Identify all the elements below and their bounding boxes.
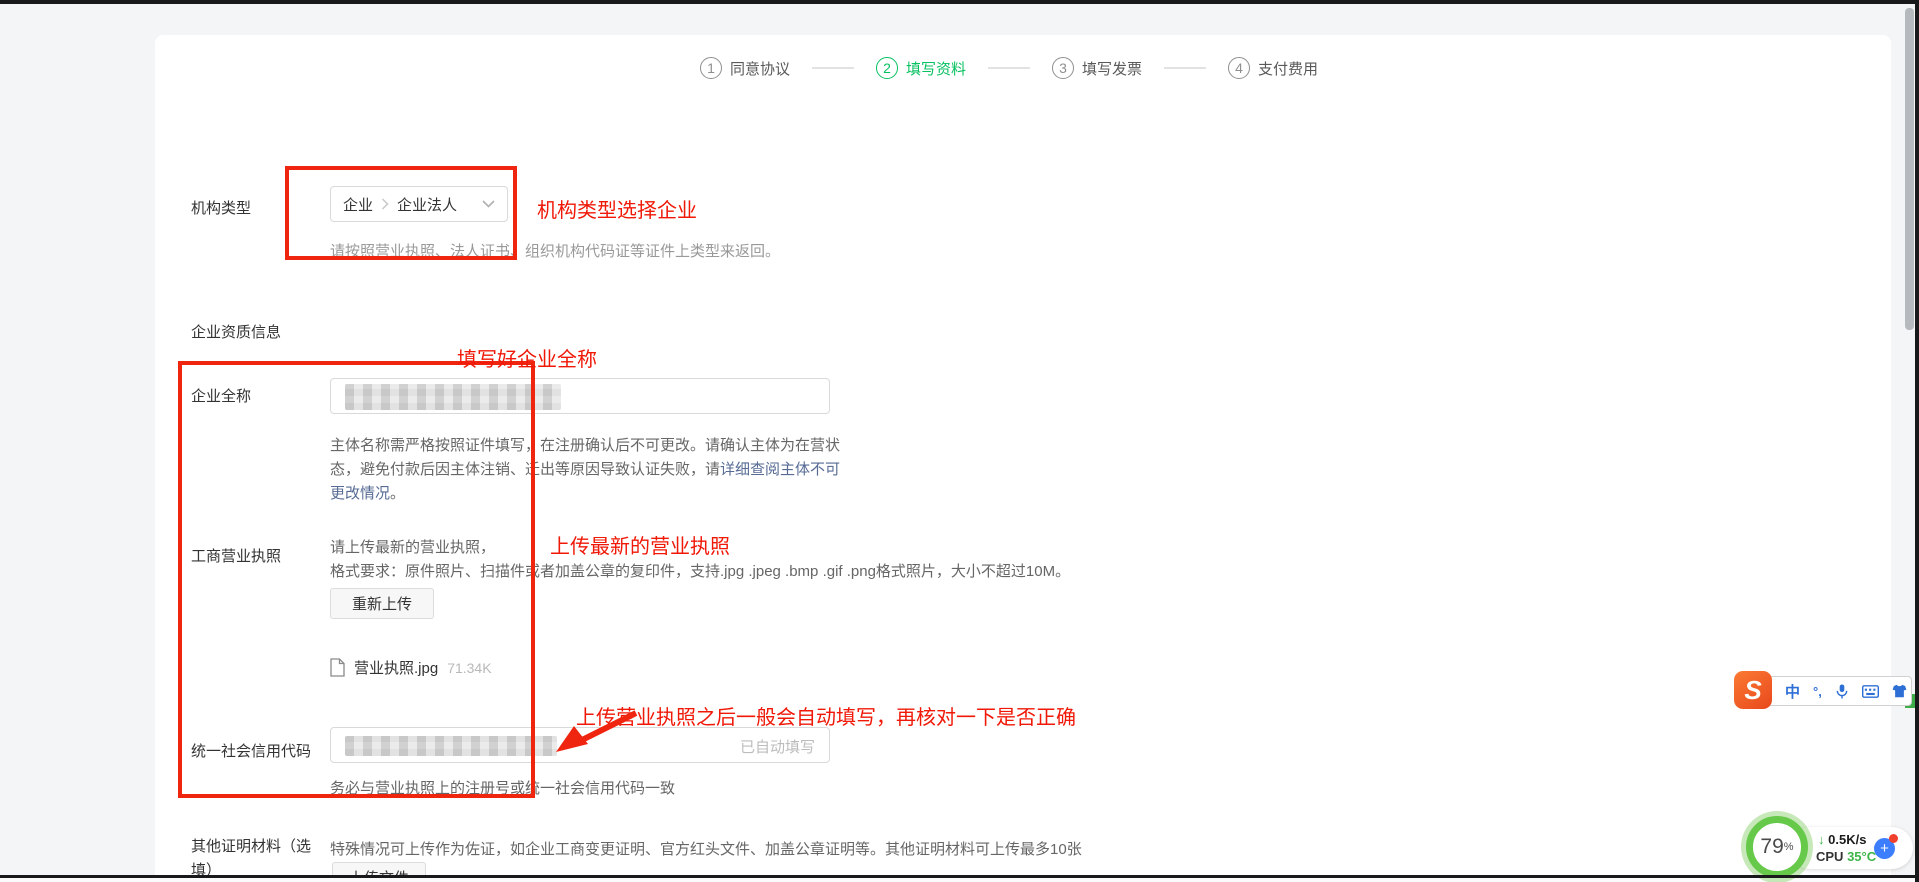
notification-dot [1889,834,1898,843]
memory-percent: 79 [1760,835,1783,859]
net-speed: ↓ 0.5K/s [1818,832,1866,847]
credit-code-label: 统一社会信用代码 [191,740,311,764]
reupload-button[interactable]: 重新上传 [330,588,434,619]
net-speed-value: 0.5K/s [1828,832,1866,847]
step-payment: 4 支付费用 [1228,57,1318,79]
stepper: 1 同意协议 2 填写资料 3 填写发票 4 支付费用 [700,53,1318,83]
org-type-hint: 请按照营业执照、法人证书、组织机构代码证等证件上类型来返回。 [330,240,780,261]
download-arrow-icon: ↓ [1818,832,1825,847]
skin-icon[interactable] [1892,684,1907,698]
company-name-description: 主体名称需严格按照证件填写，在注册确认后不可更改。请确认主体为在营状态，避免付款… [330,434,848,506]
file-name[interactable]: 营业执照.jpg [354,657,438,678]
screen: 1 同意协议 2 填写资料 3 填写发票 4 支付费用 机构类型 企业 企业法人… [0,0,1919,882]
step-number: 2 [876,57,898,79]
step-fill-info: 2 填写资料 [876,57,966,79]
autofilled-text: 已自动填写 [740,736,815,757]
step-agree: 1 同意协议 [700,57,790,79]
bottom-edge [0,875,1919,878]
chevron-down-icon [482,200,495,208]
sogou-logo-icon[interactable]: S [1734,671,1772,709]
scrollbar-thumb[interactable] [1905,8,1914,330]
cpu-temp: CPU 35°C [1816,849,1876,864]
license-label: 工商营业执照 [191,545,281,569]
step-label: 填写资料 [906,58,966,79]
company-name-input[interactable] [330,378,830,414]
other-materials-desc: 特殊情况可上传作为佐证，如企业工商变更证明、官方红头文件、加盖公章证明等。其他证… [330,838,1082,859]
chevron-right-icon [381,198,389,210]
chinese-mode-icon[interactable]: 中 [1785,681,1800,702]
step-label: 支付费用 [1258,58,1318,79]
step-connector [988,67,1030,69]
percent-sign: % [1784,841,1794,853]
file-size: 71.34K [447,660,491,676]
org-type-dropdown[interactable]: 企业 企业法人 [330,186,508,222]
redacted-credit-code [345,736,557,756]
step-label: 同意协议 [730,58,790,79]
memory-ball[interactable]: 79% [1746,816,1808,878]
org-type-sub: 企业法人 [397,194,457,215]
step-connector [1164,67,1206,69]
org-type-main: 企业 [343,194,373,215]
punctuation-icon[interactable]: °, [1813,684,1822,699]
file-icon [330,658,345,677]
credit-code-input[interactable]: 已自动填写 [330,727,830,763]
step-number: 1 [700,57,722,79]
redacted-company-name [345,384,561,410]
right-edge [1915,0,1919,882]
step-number: 4 [1228,57,1250,79]
cpu-label: CPU [1816,849,1847,864]
license-line1: 请上传最新的营业执照， [330,536,495,557]
company-name-label: 企业全称 [191,385,251,409]
credit-code-hint: 务必与营业执照上的注册号或统一社会信用代码一致 [330,777,675,798]
top-edge [0,0,1919,4]
bottom-strip [0,878,1915,882]
org-type-label: 机构类型 [191,197,251,221]
keyboard-icon[interactable] [1862,685,1879,698]
step-number: 3 [1052,57,1074,79]
step-connector [812,67,854,69]
step-label: 填写发票 [1082,58,1142,79]
description-suffix: 。 [390,485,405,502]
uploaded-file-row: 营业执照.jpg 71.34K [330,657,492,678]
section-title: 企业资质信息 [191,321,281,345]
cpu-temp-value: 35°C [1847,849,1876,864]
license-line2: 格式要求：原件照片、扫描件或者加盖公章的复印件，支持.jpg .jpeg .bm… [330,560,1070,581]
step-invoice: 3 填写发票 [1052,57,1142,79]
microphone-icon[interactable] [1835,683,1849,700]
